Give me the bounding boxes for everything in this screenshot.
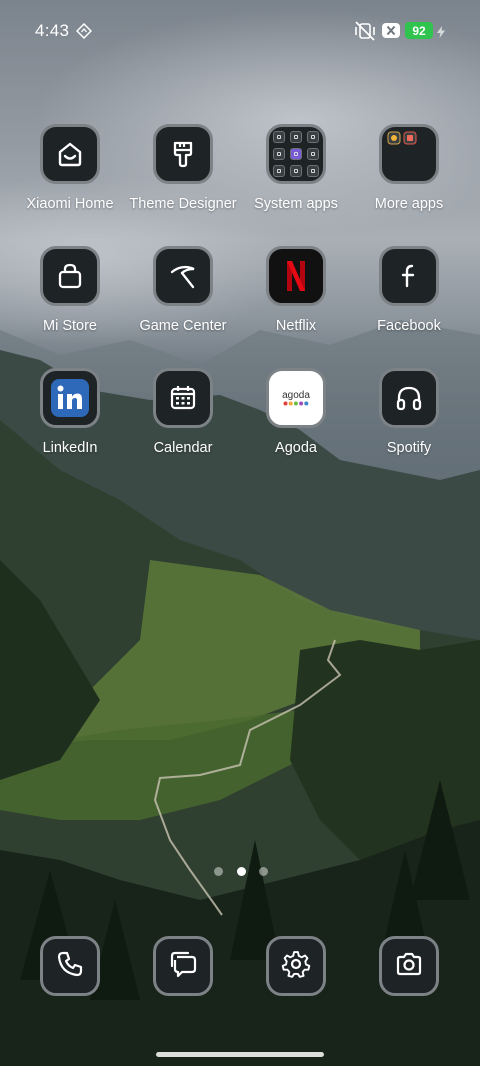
app-game-center[interactable]: Game Center [127, 246, 239, 346]
app-label: Calendar [153, 440, 213, 456]
linkedin-in-icon [40, 368, 100, 428]
gear-icon [281, 949, 311, 984]
folder-icon [379, 124, 439, 184]
x-box-icon [381, 22, 401, 44]
house-smile-icon [40, 124, 100, 184]
pickaxe-swoosh-icon [153, 246, 213, 306]
navigation-diamond-icon [75, 22, 93, 44]
app-label: Facebook [377, 318, 441, 334]
dock-settings-button[interactable] [266, 936, 326, 996]
folder-more-apps[interactable]: More apps [353, 124, 465, 224]
camera-icon [394, 949, 424, 984]
page-dot[interactable] [214, 866, 223, 876]
app-agoda[interactable]: agoda Agoda [240, 368, 352, 468]
battery-level-badge: 92 [405, 22, 433, 39]
folder-system-apps[interactable]: System apps [240, 124, 352, 224]
page-dot[interactable] [259, 866, 268, 876]
vibrate-off-icon [354, 21, 376, 46]
app-xiaomi-home[interactable]: Xiaomi Home [14, 124, 126, 224]
app-label: LinkedIn [42, 440, 98, 456]
app-label: Agoda [275, 440, 317, 456]
folder-label: System apps [254, 196, 338, 212]
app-netflix[interactable]: Netflix [240, 246, 352, 346]
app-mi-store[interactable]: Mi Store [14, 246, 126, 346]
status-bar: 4:43 92 [0, 0, 480, 62]
app-spotify[interactable]: Spotify [353, 368, 465, 468]
app-label: Netflix [275, 318, 317, 334]
message-bubbles-icon [168, 949, 198, 984]
app-theme-designer[interactable]: Theme Designer [127, 124, 239, 224]
app-calendar[interactable]: Calendar [127, 368, 239, 468]
dock-phone-button[interactable] [40, 936, 100, 996]
app-label: Game Center [139, 318, 227, 334]
app-linkedin[interactable]: LinkedIn [14, 368, 126, 468]
agoda-logo-icon: agoda [266, 368, 326, 428]
shopping-bag-icon [40, 246, 100, 306]
home-gesture-bar[interactable] [156, 1052, 324, 1057]
app-label: Xiaomi Home [26, 196, 114, 212]
page-dot-active[interactable] [236, 866, 246, 876]
headphones-icon [379, 368, 439, 428]
folder-label: More apps [374, 196, 444, 212]
paint-brush-icon [153, 124, 213, 184]
status-time: 4:43 [35, 21, 70, 40]
folder-grid-icon [266, 124, 326, 184]
app-label: Spotify [386, 440, 432, 456]
app-label: Mi Store [43, 318, 97, 334]
dock-camera-button[interactable] [379, 936, 439, 996]
dock-messages-button[interactable] [153, 936, 213, 996]
netflix-n-icon [266, 246, 326, 306]
page-indicator[interactable] [214, 866, 268, 876]
charging-bolt-icon [437, 25, 445, 43]
app-facebook[interactable]: Facebook [353, 246, 465, 346]
agoda-logo-text: agoda [282, 390, 310, 401]
calendar-icon [153, 368, 213, 428]
app-label: Theme Designer [129, 196, 237, 212]
phone-icon [55, 949, 85, 984]
facebook-f-icon [379, 246, 439, 306]
